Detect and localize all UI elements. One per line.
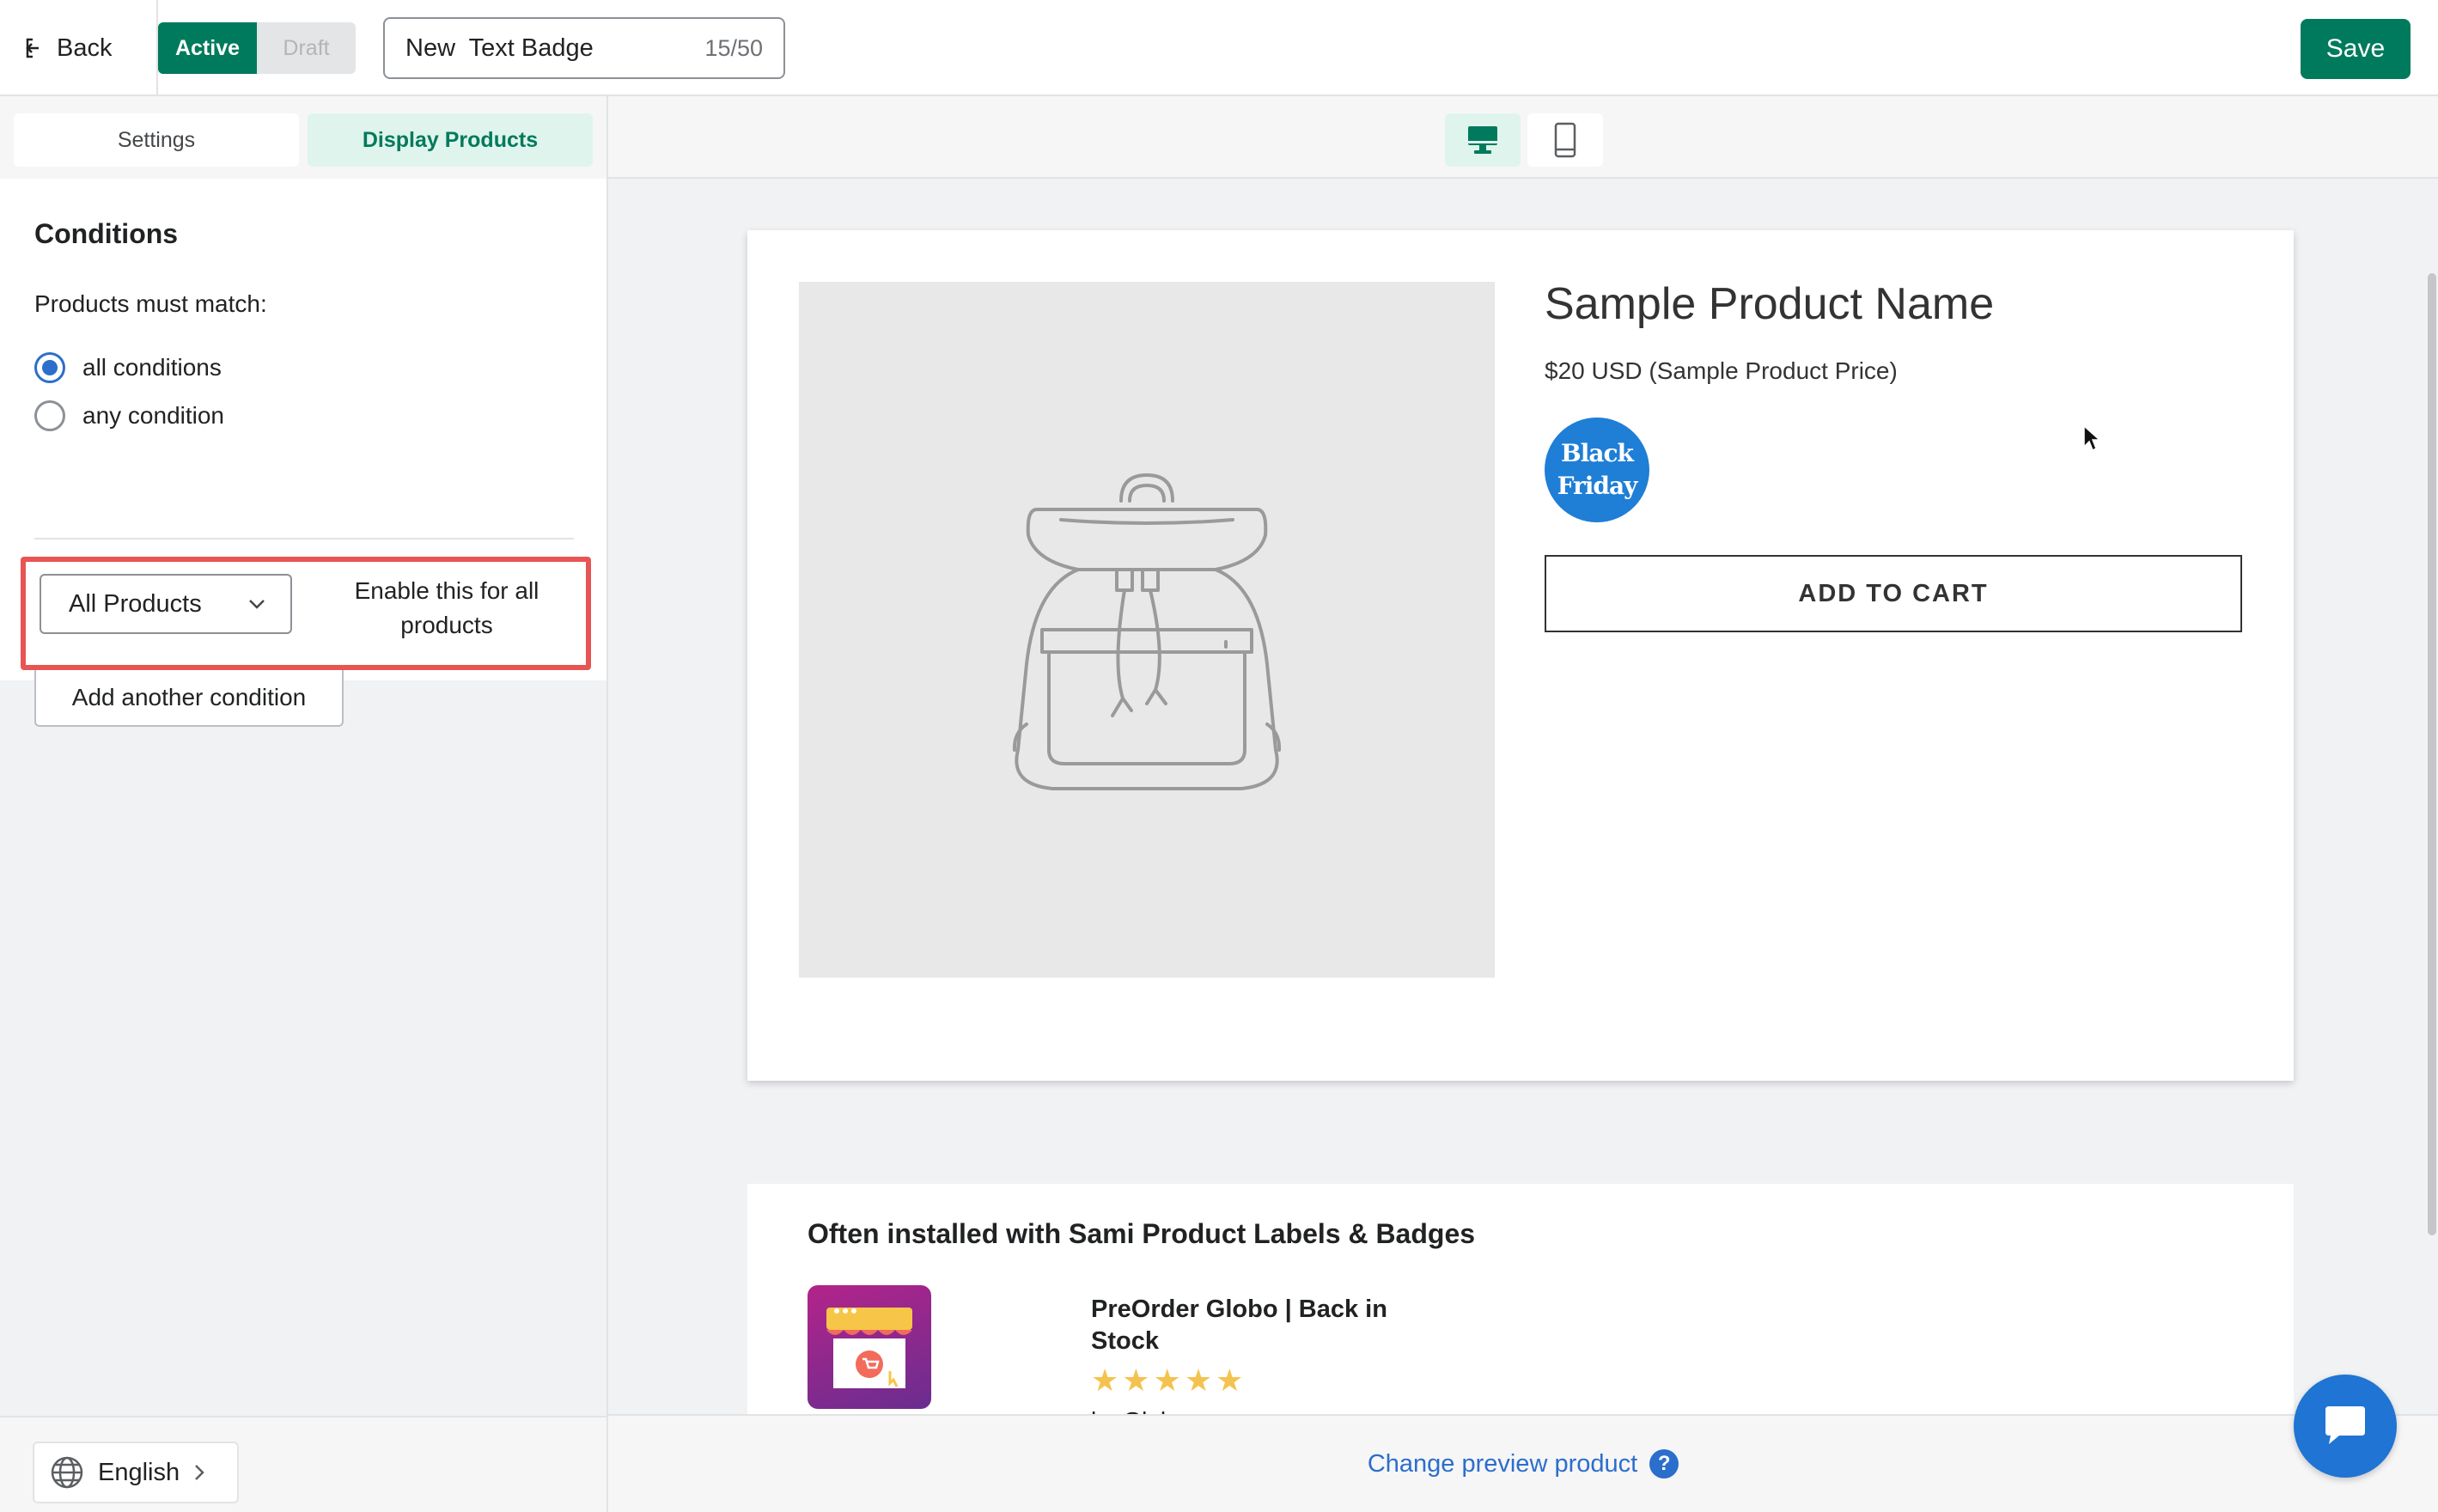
scrollbar-thumb[interactable] <box>2428 273 2436 1235</box>
exit-icon <box>26 38 39 58</box>
star-icon: ★ <box>1122 1363 1150 1398</box>
add-to-cart-button[interactable]: ADD TO CART <box>1545 555 2242 632</box>
product-price: $20 USD (Sample Product Price) <box>1545 357 1898 384</box>
conditions-card: Conditions Products must match: all cond… <box>0 179 606 727</box>
divider <box>34 538 574 540</box>
store-cart-icon <box>826 1308 912 1388</box>
radio-button-checked[interactable] <box>34 352 65 383</box>
mouse-cursor-icon <box>2083 424 2101 452</box>
chevron-right-icon <box>195 1465 204 1480</box>
device-toggle-bar <box>608 96 2438 179</box>
backpack-icon <box>1012 473 1282 790</box>
language-bar: English <box>0 1416 606 1512</box>
preorder-app-icon[interactable] <box>808 1285 931 1409</box>
status-toggle[interactable]: Active Draft <box>158 22 356 74</box>
badge-name-value[interactable]: New Text Badge <box>405 34 704 63</box>
desktop-view-button[interactable] <box>1445 113 1521 167</box>
condition-row-highlighted: All Products Enable this for all product… <box>21 557 591 670</box>
product-preview-card: Sample Product Name $20 USD (Sample Prod… <box>747 230 2294 1081</box>
match-label: Products must match: <box>34 290 267 317</box>
panel-tabs: Settings Display Products <box>0 96 606 179</box>
radio-label: any condition <box>82 402 225 429</box>
save-button[interactable]: Save <box>2301 19 2411 79</box>
radio-any-condition[interactable]: any condition <box>34 399 224 433</box>
condition-select[interactable]: All Products <box>40 574 292 634</box>
scrollbar[interactable] <box>2424 179 2438 1512</box>
chevron-down-icon <box>249 600 265 609</box>
often-installed-title: Often installed with Sami Product Labels… <box>808 1218 1476 1249</box>
radio-label: all conditions <box>82 354 222 381</box>
mobile-view-button[interactable] <box>1527 113 1603 167</box>
help-icon[interactable]: ? <box>1649 1449 1679 1478</box>
condition-description: Enable this for all products <box>354 577 539 638</box>
star-icon: ★ <box>1153 1363 1181 1398</box>
product-title: Sample Product Name <box>1545 279 1995 329</box>
star-icon: ★ <box>1091 1363 1119 1398</box>
conditions-title: Conditions <box>34 218 179 249</box>
star-icon: ★ <box>1216 1363 1244 1398</box>
globe-icon <box>51 1456 83 1489</box>
language-selector[interactable]: English <box>33 1442 239 1503</box>
status-active-option[interactable]: Active <box>158 22 257 74</box>
radio-all-conditions[interactable]: all conditions <box>34 351 222 385</box>
add-condition-button[interactable]: Add another condition <box>34 670 344 727</box>
preview-area: Sample Product Name $20 USD (Sample Prod… <box>608 96 2438 1512</box>
desktop-icon <box>1468 126 1497 154</box>
radio-button[interactable] <box>34 400 65 431</box>
star-rating: ★ ★ ★ ★ ★ <box>1091 1363 1243 1399</box>
product-image <box>799 282 1495 978</box>
star-icon: ★ <box>1184 1363 1213 1398</box>
language-label: English <box>98 1458 180 1486</box>
chat-button[interactable] <box>2294 1375 2397 1478</box>
back-label: Back <box>57 34 113 62</box>
app-name[interactable]: PreOrder Globo | Back in Stock <box>1091 1294 1443 1357</box>
badge-name-input[interactable]: New Text Badge 15/50 <box>383 17 785 79</box>
char-counter: 15/50 <box>704 34 763 61</box>
mobile-icon <box>1554 122 1576 158</box>
product-badge: Black Friday <box>1545 418 1649 522</box>
tab-settings[interactable]: Settings <box>14 113 299 167</box>
condition-select-value: All Products <box>69 589 202 618</box>
preview-footer: Change preview product ? <box>608 1414 2438 1512</box>
change-preview-product-link[interactable]: Change preview product <box>1368 1450 1637 1478</box>
back-button[interactable]: Back <box>24 29 112 67</box>
left-panel: Settings Display Products Conditions Pro… <box>0 96 608 1512</box>
tab-display-products[interactable]: Display Products <box>308 113 593 167</box>
chat-icon <box>2325 1406 2365 1444</box>
top-bar: Back Active Draft New Text Badge 15/50 S… <box>0 0 2438 96</box>
status-draft-option[interactable]: Draft <box>257 22 356 74</box>
